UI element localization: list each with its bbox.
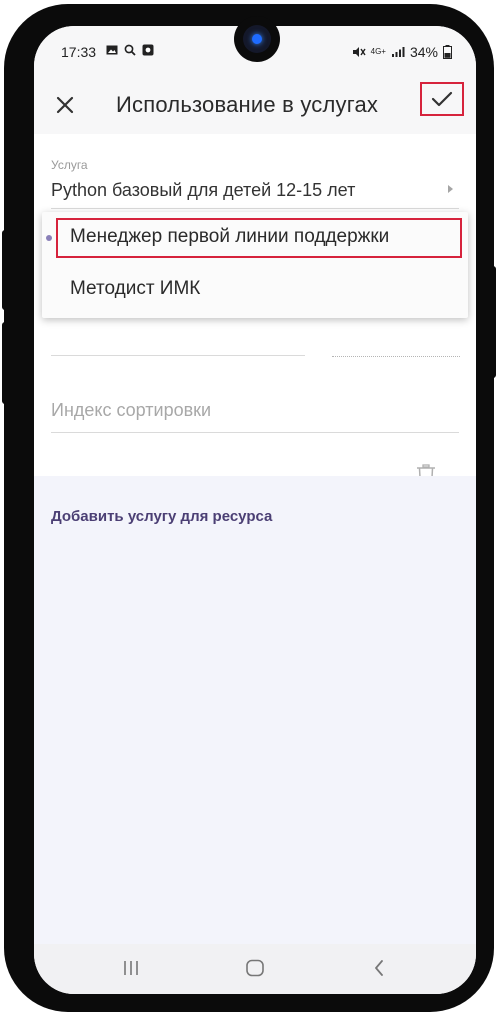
camera-lens xyxy=(252,34,262,44)
power-button xyxy=(2,322,8,404)
signal-icon xyxy=(391,47,405,57)
dropdown-item-label: Менеджер первой линии поддержки xyxy=(70,226,390,247)
close-icon xyxy=(56,96,74,114)
volume-button xyxy=(2,230,8,310)
dropdown-item-label: Методист ИМК xyxy=(70,278,201,299)
phone-frame: 17:33 4G+ 34% Использование в услугах Ус… xyxy=(2,4,496,1012)
battery-icon xyxy=(443,45,452,59)
back-icon xyxy=(375,960,383,976)
amount-field-underline xyxy=(332,356,460,357)
confirm-button[interactable] xyxy=(420,82,464,116)
recent-apps-icon xyxy=(124,961,138,975)
sort-index-input[interactable]: Индекс сортировки xyxy=(51,400,211,421)
app-notification-icon xyxy=(142,44,154,56)
side-button xyxy=(490,266,496,378)
status-time: 17:33 xyxy=(61,44,97,60)
search-icon xyxy=(124,44,136,56)
app-bar: Использование в услугах xyxy=(34,76,476,134)
dropdown-item[interactable]: Менеджер первой линии поддержки xyxy=(42,212,468,262)
service-label: Услуга xyxy=(51,158,88,172)
sort-index-underline xyxy=(51,432,459,433)
dropdown-item[interactable]: Методист ИМК xyxy=(42,264,468,314)
add-service-link[interactable]: Добавить услугу для ресурса xyxy=(51,508,272,525)
chevron-right-icon xyxy=(448,185,453,193)
add-service-section: Добавить услугу для ресурса xyxy=(34,476,476,944)
service-select[interactable]: Python базовый для детей 12-15 лет xyxy=(51,180,355,201)
back-button[interactable] xyxy=(364,956,394,980)
page-title: Использование в услугах xyxy=(116,92,379,117)
close-button[interactable] xyxy=(50,90,80,120)
selected-dot-icon xyxy=(46,235,52,241)
camera-lens-ring xyxy=(243,25,271,53)
image-icon xyxy=(106,45,118,55)
form-content: Услуга Python базовый для детей 12-15 ле… xyxy=(34,134,476,514)
status-right: 4G+ 34% xyxy=(352,44,452,60)
nav-bar xyxy=(34,944,476,994)
home-button[interactable] xyxy=(240,956,270,980)
battery-percent: 34% xyxy=(409,44,438,60)
mute-icon xyxy=(352,47,366,57)
recent-apps-button[interactable] xyxy=(116,956,146,980)
network-type: 4G+ xyxy=(370,47,386,56)
home-icon xyxy=(246,959,264,977)
step-field-underline xyxy=(51,355,305,356)
screen: 17:33 4G+ 34% Использование в услугах Ус… xyxy=(34,26,476,994)
check-icon xyxy=(431,91,453,107)
dropdown-menu: Менеджер первой линии поддержки Методист… xyxy=(42,212,468,318)
front-camera xyxy=(234,16,280,62)
service-underline xyxy=(51,208,459,209)
